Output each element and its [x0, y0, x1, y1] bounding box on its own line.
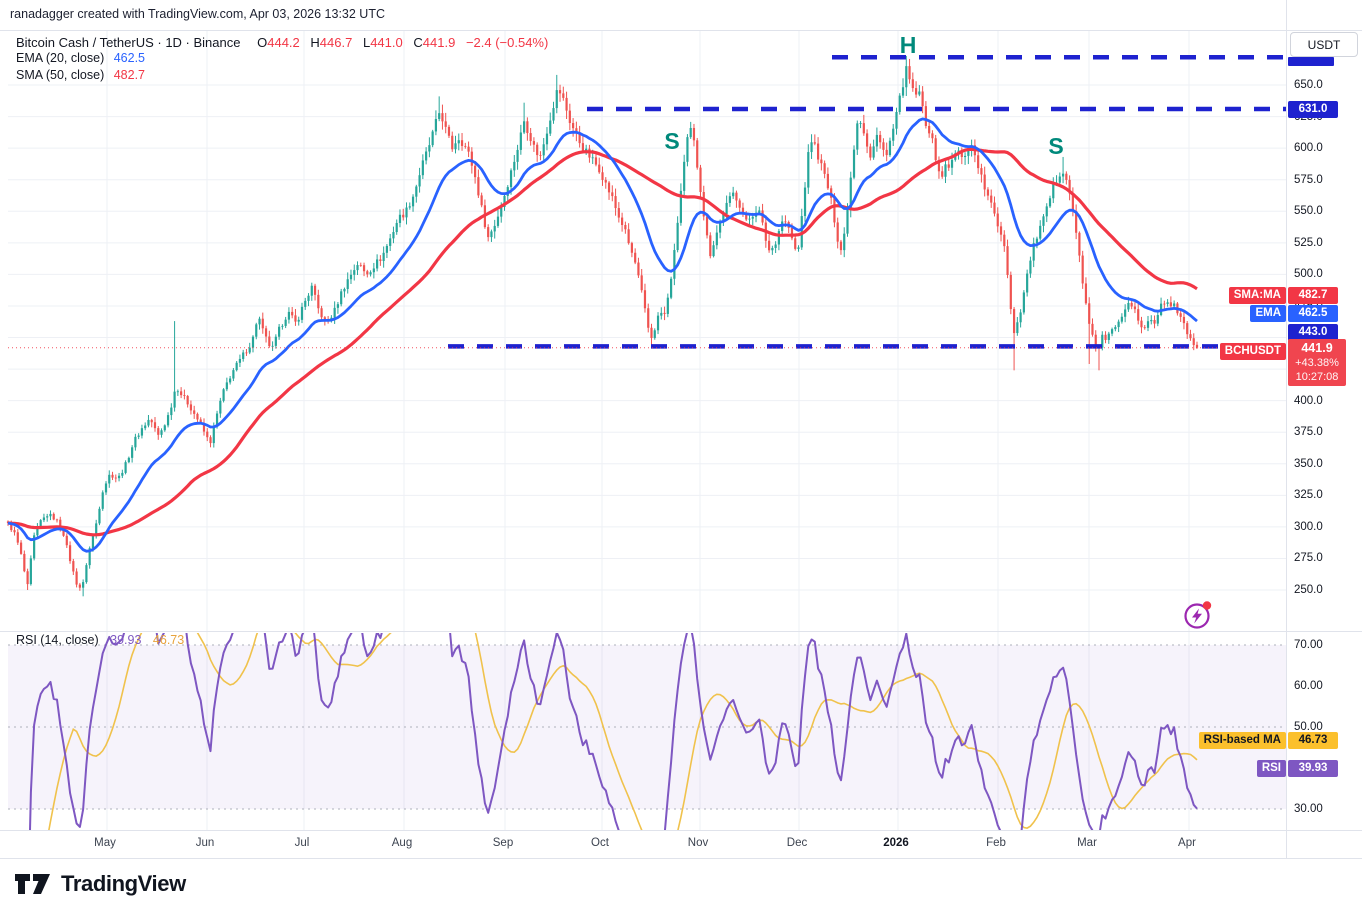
sma-price-tag: SMA:MA	[1228, 287, 1286, 304]
month-label-apr: Apr	[1178, 837, 1196, 849]
rsi-ma-value: 46.73	[152, 633, 185, 647]
rsi-tag-value: 39.93	[1288, 760, 1338, 777]
sma-label: SMA (50, close)	[16, 68, 105, 82]
ema-value: 462.5	[113, 51, 145, 65]
watermark-attribution: ranadagger created with TradingView.com,…	[10, 7, 385, 21]
price-tick: 650.0	[1294, 79, 1323, 91]
month-label-jun: Jun	[195, 837, 215, 849]
symbol-title[interactable]: Bitcoin Cash / TetherUS · 1D · Binance	[16, 35, 240, 50]
month-label-sep: Sep	[492, 837, 514, 849]
month-label-2026: 2026	[883, 837, 909, 849]
last-price-value: 441.9	[1301, 341, 1333, 355]
resistance-level-label: 631.0	[1288, 101, 1338, 118]
rsi-tick: 30.00	[1294, 803, 1323, 815]
ema-label: EMA (20, close)	[16, 51, 105, 65]
price-tick: 575.0	[1294, 173, 1323, 186]
currency-toggle-button[interactable]: USDT	[1290, 32, 1358, 57]
price-tick: 600.0	[1294, 142, 1323, 155]
month-label-feb: Feb	[986, 837, 1006, 849]
tradingview-logo-text: TradingView	[61, 871, 186, 896]
month-label-mar: Mar	[1077, 837, 1097, 849]
price-chart-canvas[interactable]	[0, 0, 1362, 919]
price-tick: 275.0	[1294, 552, 1323, 565]
high-value: 446.7	[319, 35, 353, 50]
change-value: −2.4 (−0.54%)	[465, 35, 549, 50]
sma-value: 482.7	[113, 68, 145, 82]
left-shoulder-annotation: S	[664, 128, 680, 154]
last-price-label: 441.9 +43.38% 10:27:08	[1288, 339, 1346, 386]
price-tick: 250.0	[1294, 584, 1323, 596]
symbol-price-tag: BCHUSDT	[1219, 343, 1286, 360]
rsi-value: 39.93	[110, 633, 142, 647]
rsi-label: RSI (14, close)	[16, 633, 99, 647]
candles-layer	[6, 55, 1199, 597]
price-tick: 525.0	[1294, 236, 1323, 249]
rsi-tick: 60.00	[1294, 680, 1323, 692]
ema-price-value: 462.5	[1288, 305, 1338, 322]
tradingview-chart-page: ranadagger created with TradingView.com,…	[0, 0, 1362, 919]
price-tick: 300.0	[1294, 520, 1323, 533]
open-value: 444.2	[267, 35, 300, 50]
price-tick: 400.0	[1294, 394, 1323, 407]
ema-legend-row[interactable]: EMA (20, close) 462.5	[16, 51, 145, 65]
month-label-may: May	[94, 837, 116, 849]
change-percent-value: +43.38%	[1295, 357, 1339, 369]
price-tick: 375.0	[1294, 426, 1323, 439]
sma-price-value: 482.7	[1288, 287, 1338, 304]
tradingview-logo[interactable]: TradingView	[14, 871, 186, 897]
low-value: 441.0	[370, 35, 403, 50]
month-label-nov: Nov	[687, 837, 709, 849]
right-shoulder-annotation: S	[1048, 133, 1064, 159]
rsi-ma-tag: RSI-based MA	[1198, 732, 1286, 749]
price-tick: 350.0	[1294, 457, 1323, 470]
rsi-ma-tag-value: 46.73	[1288, 732, 1338, 749]
month-label-jul: Jul	[294, 837, 310, 849]
upper-resistance-label	[1288, 57, 1334, 66]
symbol-legend[interactable]: Bitcoin Cash / TetherUS · 1D · Binance O…	[16, 35, 548, 50]
sma-legend-row[interactable]: SMA (50, close) 482.7	[16, 68, 145, 82]
rsi-tag: RSI	[1256, 760, 1286, 777]
open-label: O	[257, 35, 268, 50]
tradingview-logo-icon	[15, 874, 50, 894]
month-label-dec: Dec	[786, 837, 808, 849]
month-label-oct: Oct	[591, 837, 609, 849]
ema-price-tag: EMA	[1250, 305, 1286, 322]
close-value: 441.9	[422, 35, 456, 50]
month-label-aug: Aug	[391, 837, 413, 849]
flash-icon[interactable]	[1181, 599, 1215, 633]
rsi-legend[interactable]: RSI (14, close) 39.93 46.73	[16, 633, 184, 647]
close-label: C	[413, 35, 423, 50]
bar-countdown: 10:27:08	[1295, 371, 1339, 383]
price-tick: 550.0	[1294, 205, 1323, 218]
head-annotation: H	[899, 32, 917, 58]
price-tick: 325.0	[1294, 489, 1323, 502]
rsi-tick: 70.00	[1294, 639, 1323, 651]
price-tick: 500.0	[1294, 268, 1323, 281]
high-label: H	[310, 35, 320, 50]
